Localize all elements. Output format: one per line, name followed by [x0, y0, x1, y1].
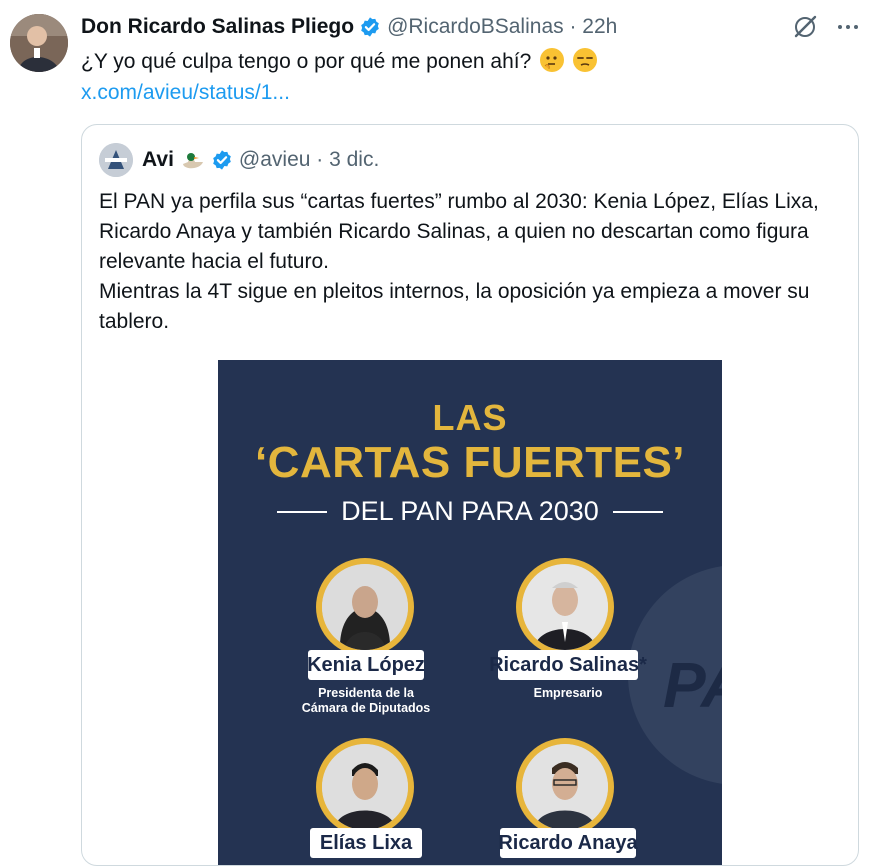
portrait-ricardo-salinas [516, 558, 614, 656]
author-name[interactable]: Don Ricardo Salinas Pliego [81, 15, 354, 39]
person-role: Presidenta de la Cámara de Diputados [278, 686, 454, 716]
poster-subtitle: DEL PAN PARA 2030 [218, 496, 722, 527]
thinking-face-emoji [540, 48, 565, 72]
quote-text: El PAN ya perfila sus “cartas fuertes” r… [99, 187, 844, 337]
tweet-text: ¿Y yo qué culpa tengo o por qué me ponen… [81, 48, 597, 76]
author-avatar[interactable] [10, 14, 68, 72]
subtitle-rule-left [277, 510, 328, 513]
quote-author-handle[interactable]: @avieu [239, 148, 311, 172]
role-line: Empresario [533, 686, 603, 700]
person-name-plate: Ricardo Salinas* [489, 650, 647, 680]
role-line: Cámara de Diputados [301, 701, 431, 715]
portrait-ricardo-anaya [516, 738, 614, 836]
quote-date[interactable]: 3 dic. [329, 148, 379, 172]
grok-icon[interactable] [792, 14, 818, 40]
avatar-logo-icon [99, 143, 133, 177]
quote-author-avatar[interactable] [99, 143, 133, 177]
role-line: Presidenta de la [318, 686, 414, 700]
poster-title-line3: DEL PAN PARA 2030 [341, 496, 599, 526]
tweet-time[interactable]: 22h [582, 15, 617, 39]
tweet-actions-top [792, 14, 860, 40]
quote-author-name[interactable]: Avi [142, 148, 174, 172]
avatar-photo [10, 14, 68, 72]
person-name-plate: Elías Lixa [310, 828, 422, 858]
quote-paragraph-1: El PAN ya perfila sus “cartas fuertes” r… [99, 190, 819, 273]
subtitle-rule-right [612, 510, 663, 513]
portrait-kenia-lopez [316, 558, 414, 656]
poster-title-line2: ‘CARTAS FUERTES’ [254, 438, 686, 487]
quoted-tweet[interactable]: Avi @avieu · 3 dic. El PAN ya perfila su… [81, 124, 859, 866]
verified-badge-icon [213, 150, 231, 170]
poster-title-line1: LAS [432, 397, 508, 438]
separator-dot: · [563, 15, 583, 38]
quote-media-image[interactable]: PAN LAS ‘CARTAS FUERTES’ DEL PAN PARA 20… [218, 360, 722, 865]
person-name-plate: Kenia López [307, 650, 425, 680]
separator-dot: · [310, 148, 330, 171]
portrait-elias-lixa [316, 738, 414, 836]
tweet-header: Don Ricardo Salinas Pliego @RicardoBSali… [81, 14, 617, 40]
person-name-plate: Ricardo Anaya [498, 828, 638, 858]
person-role: Empresario [488, 686, 648, 701]
more-options-icon[interactable] [836, 15, 860, 39]
quote-header: Avi @avieu · 3 dic. [99, 143, 379, 177]
duck-emoji [182, 153, 203, 169]
tweet-body: ¿Y yo qué culpa tengo o por qué me ponen… [81, 50, 532, 73]
author-handle[interactable]: @RicardoBSalinas [387, 15, 564, 39]
unamused-face-emoji [572, 48, 597, 72]
status-link[interactable]: x.com/avieu/status/1... [81, 79, 290, 107]
quote-paragraph-2: Mientras la 4T sigue en pleitos internos… [99, 280, 810, 333]
pan-watermark-text: PAN [663, 649, 722, 721]
verified-badge-icon [361, 17, 379, 37]
